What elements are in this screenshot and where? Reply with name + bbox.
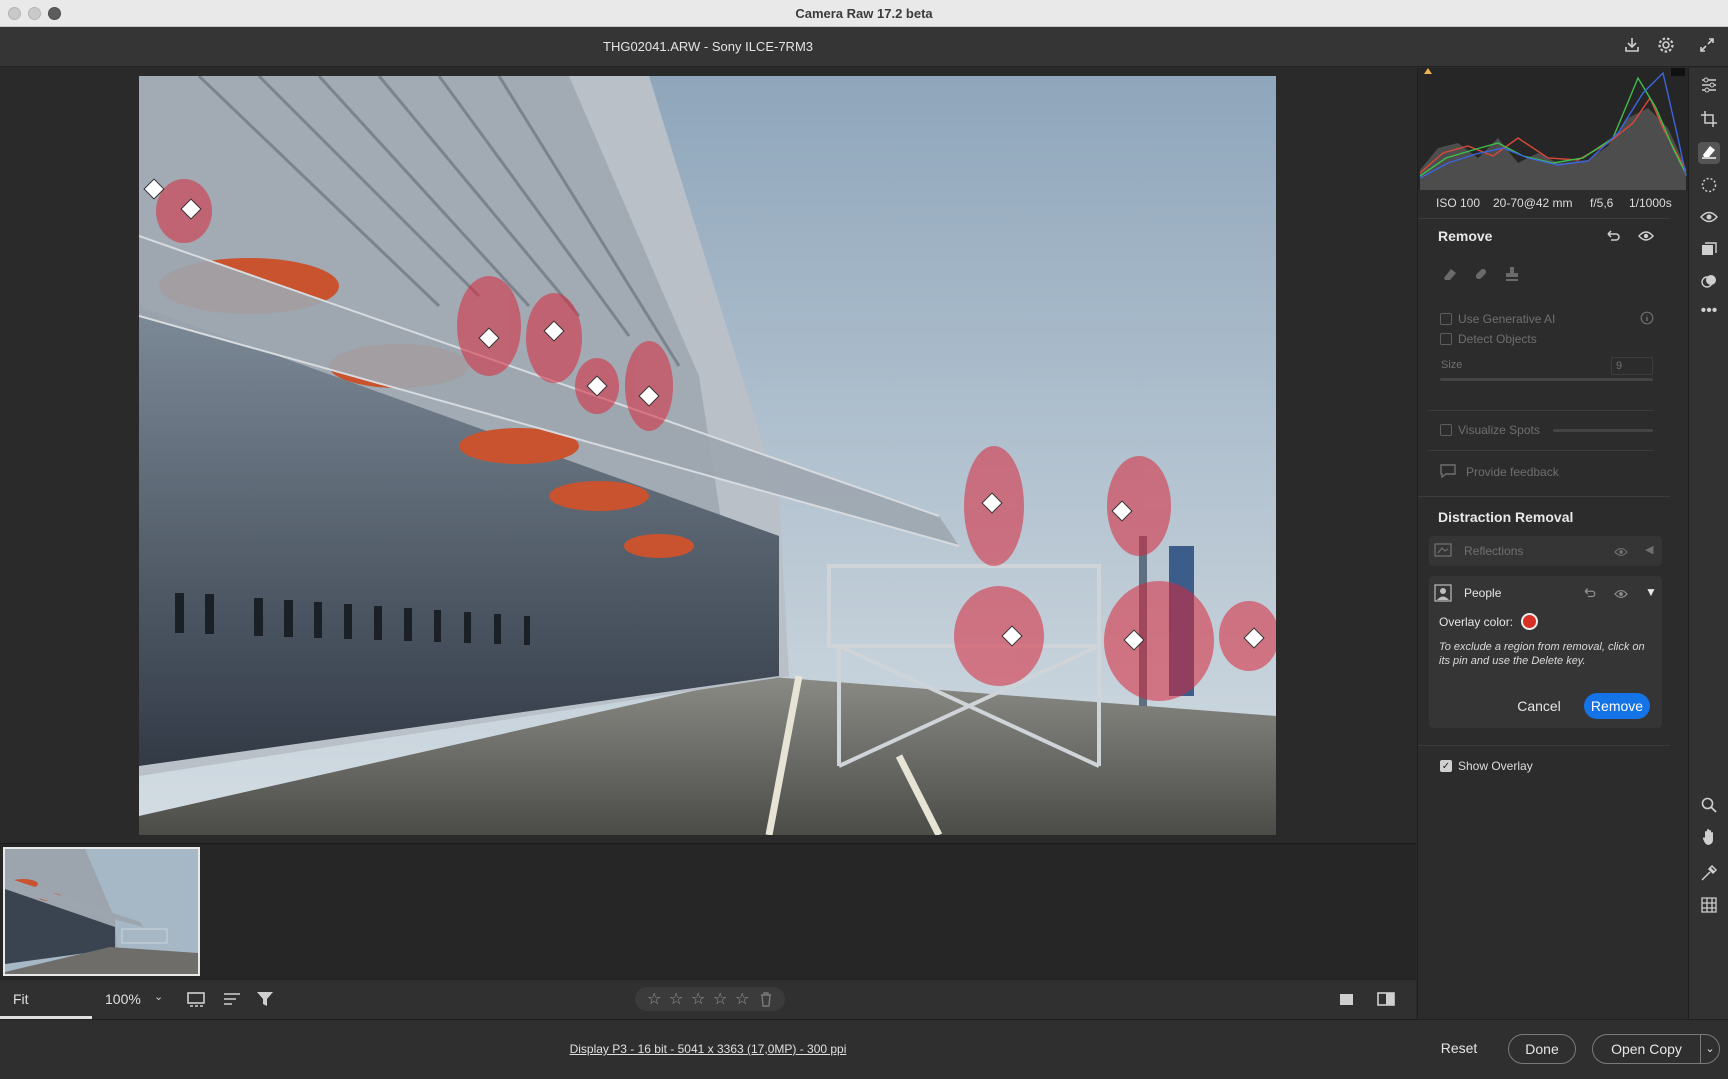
cancel-button[interactable]: Cancel	[1509, 693, 1569, 719]
remove-section-title: Remove	[1438, 228, 1493, 244]
hand-tool-icon[interactable]	[1698, 828, 1720, 850]
detect-objects-label: Detect Objects	[1458, 332, 1537, 346]
edit-sliders-icon[interactable]	[1698, 76, 1720, 98]
remove-button[interactable]: Remove	[1584, 693, 1650, 719]
reset-icon[interactable]	[1582, 586, 1597, 605]
trash-icon[interactable]	[759, 991, 773, 1012]
filmstrip	[0, 843, 1416, 979]
more-icon[interactable]: •••	[1698, 300, 1720, 322]
divider	[1428, 410, 1654, 411]
size-label: Size	[1441, 359, 1463, 371]
overlay-color-swatch[interactable]	[1521, 613, 1538, 630]
eye-icon[interactable]	[1614, 587, 1628, 605]
visualize-spots-slider[interactable]	[1553, 429, 1653, 432]
masking-icon[interactable]	[1698, 176, 1720, 198]
clone-stamp-icon[interactable]	[1503, 265, 1521, 286]
shadow-clipping-icon	[1424, 68, 1432, 74]
histogram	[1418, 68, 1688, 190]
divider	[1428, 450, 1654, 451]
open-options-chevron-icon[interactable]: ⌄	[1700, 1034, 1720, 1064]
distraction-removal-title: Distraction Removal	[1438, 509, 1574, 525]
filter-icon[interactable]	[255, 989, 275, 1014]
zoom-dropdown-chevron-icon[interactable]: ⌄	[154, 990, 163, 1003]
exif-shutter: 1/1000s	[1629, 196, 1672, 210]
feedback-icon[interactable]	[1439, 463, 1457, 484]
show-overlay-label: Show Overlay	[1458, 759, 1533, 773]
snapshots-icon[interactable]	[1698, 240, 1720, 262]
footer: Display P3 - 16 bit - 5041 x 3363 (17,0M…	[0, 1019, 1728, 1079]
gear-icon[interactable]	[1655, 36, 1677, 58]
before-after-icon[interactable]	[1376, 989, 1396, 1014]
color-sampler-icon[interactable]	[1698, 864, 1720, 886]
red-eye-icon[interactable]	[1698, 208, 1720, 230]
overlay-color-label: Overlay color:	[1439, 615, 1514, 629]
reflections-label: Reflections	[1464, 544, 1524, 558]
eye-icon[interactable]	[1614, 545, 1628, 563]
file-header: THG02041.ARW - Sony ILCE-7RM3	[0, 27, 1728, 67]
reset-button[interactable]: Reset	[1430, 1034, 1488, 1064]
bottom-toolbar: Fit (45,1%) 100% ⌄ ☆ ☆ ☆ ☆ ☆	[0, 979, 1416, 1046]
use-generative-ai-checkbox[interactable]	[1440, 313, 1452, 325]
expand-triangle-icon[interactable]: ◀	[1645, 543, 1653, 556]
zoom-100-button[interactable]: 100%	[92, 980, 160, 1019]
info-icon[interactable]	[1640, 311, 1654, 330]
eye-icon[interactable]	[1638, 229, 1654, 248]
reflections-icon	[1434, 542, 1452, 563]
exif-bar: ISO 100 20-70@42 mm f/5,6 1/1000s	[1418, 192, 1688, 214]
single-view-icon[interactable]	[1337, 989, 1357, 1014]
exif-iso: ISO 100	[1436, 196, 1481, 210]
star-icon[interactable]: ☆	[691, 989, 705, 1009]
size-value-field[interactable]: 9	[1611, 357, 1653, 375]
divider	[1418, 218, 1670, 219]
save-icon[interactable]	[1621, 36, 1643, 58]
filmstrip-thumbnail[interactable]	[3, 847, 200, 976]
star-icon[interactable]: ☆	[713, 989, 727, 1009]
show-overlay-checkbox[interactable]: ✓	[1440, 760, 1452, 772]
divider	[1418, 745, 1670, 746]
window-titlebar: Camera Raw 17.2 beta	[0, 0, 1728, 27]
provide-feedback-link[interactable]: Provide feedback	[1466, 465, 1559, 479]
eraser-icon[interactable]	[1441, 265, 1459, 286]
size-slider[interactable]	[1440, 378, 1653, 381]
reset-icon[interactable]	[1605, 228, 1621, 249]
app-title: Camera Raw 17.2 beta	[795, 6, 933, 21]
collapse-triangle-icon[interactable]: ▼	[1645, 585, 1657, 599]
highlight-clipping-icon	[1671, 68, 1685, 76]
people-label: People	[1464, 586, 1502, 600]
zoom-tool-icon[interactable]	[1698, 796, 1720, 818]
visualize-spots-label: Visualize Spots	[1458, 423, 1540, 437]
photo-preview[interactable]	[139, 76, 1276, 835]
exclude-hint-text: To exclude a region from removal, click …	[1439, 641, 1645, 667]
workflow-options-link[interactable]: Display P3 - 16 bit - 5041 x 3363 (17,0M…	[0, 1042, 1416, 1056]
star-icon[interactable]: ☆	[735, 989, 749, 1009]
filmstrip-view-icon[interactable]	[186, 989, 206, 1014]
detect-objects-checkbox[interactable]	[1440, 333, 1452, 345]
person-icon	[1434, 584, 1452, 607]
grid-icon[interactable]	[1698, 896, 1720, 918]
file-title: THG02041.ARW - Sony ILCE-7RM3	[603, 39, 813, 54]
divider	[1418, 496, 1670, 497]
done-button[interactable]: Done	[1508, 1034, 1576, 1064]
sort-icon[interactable]	[222, 989, 242, 1014]
star-icon[interactable]: ☆	[669, 989, 683, 1009]
star-icon[interactable]: ☆	[647, 989, 661, 1009]
star-rating[interactable]: ☆ ☆ ☆ ☆ ☆	[635, 987, 785, 1011]
heal-icon[interactable]	[1472, 265, 1490, 286]
exif-aperture: f/5,6	[1590, 196, 1614, 210]
crop-icon[interactable]	[1698, 110, 1720, 132]
tool-strip: •••	[1688, 68, 1728, 1019]
exif-lens: 20-70@42 mm	[1493, 196, 1573, 210]
use-generative-ai-label: Use Generative AI	[1458, 312, 1556, 326]
visualize-spots-checkbox[interactable]	[1440, 424, 1452, 436]
fullscreen-icon[interactable]	[1696, 36, 1718, 58]
zoom-fit-button[interactable]: Fit (45,1%)	[0, 980, 92, 1046]
presets-icon[interactable]	[1698, 272, 1720, 294]
open-copy-button[interactable]: Open Copy	[1592, 1034, 1700, 1064]
remove-tool-icon[interactable]	[1698, 142, 1720, 164]
